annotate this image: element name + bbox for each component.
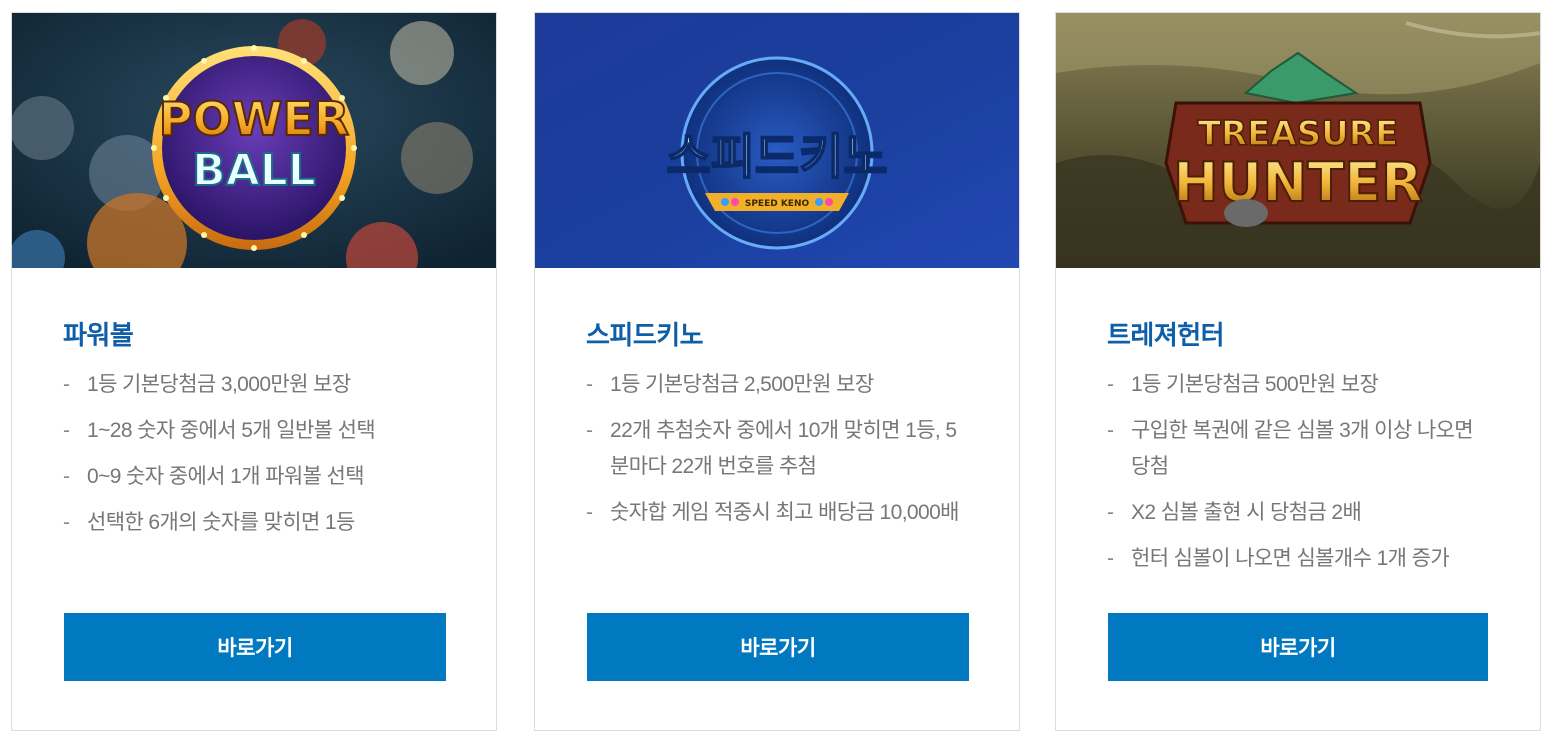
feature-item: 1등 기본당첨금 2,500만원 보장 [586,367,966,403]
feature-item: 구입한 복권에 같은 심볼 3개 이상 나오면 당첨 [1107,413,1487,485]
speedkeno-banner-art: SPEED KENO 스피드키노 [535,13,1019,268]
treasurehunter-banner-image[interactable]: TREASURE HUNTER [1056,13,1540,268]
go-button-powerball[interactable]: 바로가기 [64,613,446,681]
feature-item: 0~9 숫자 중에서 1개 파워볼 선택 [63,459,443,495]
card-title: 스피드키노 [586,320,704,350]
treasurehunter-logo-line1: TREASURE [1198,114,1398,154]
feature-item: 1~28 숫자 중에서 5개 일반볼 선택 [63,413,443,449]
go-button-speedkeno[interactable]: 바로가기 [587,613,969,681]
card-title: 파워볼 [63,320,134,350]
game-card-powerball: POWER BALL 파워볼 1등 기본당첨금 3,000만원 보장 1~28 … [11,12,497,731]
card-title: 트레져헌터 [1107,320,1225,350]
feature-list: 1등 기본당첨금 2,500만원 보장 22개 추첨숫자 중에서 10개 맞히면… [586,367,966,541]
game-card-speedkeno: SPEED KENO 스피드키노 스피드키노 1등 기본당첨금 2,500만원 … [534,12,1020,731]
feature-item: 1등 기본당첨금 3,000만원 보장 [63,367,443,403]
feature-item: 22개 추첨숫자 중에서 10개 맞히면 1등, 5분마다 22개 번호를 추첨 [586,413,966,485]
powerball-logo-line2: BALL [192,145,316,196]
feature-list: 1등 기본당첨금 500만원 보장 구입한 복권에 같은 심볼 3개 이상 나오… [1107,367,1487,587]
feature-item: X2 심볼 출현 시 당첨금 2배 [1107,495,1487,531]
speedkeno-banner-image[interactable]: SPEED KENO 스피드키노 [535,13,1019,268]
powerball-banner-art: POWER BALL [12,13,496,268]
feature-item: 선택한 6개의 숫자를 맞히면 1등 [63,505,443,541]
treasurehunter-banner-art: TREASURE HUNTER [1056,13,1540,268]
feature-item: 숫자합 게임 적중시 최고 배당금 10,000배 [586,495,966,531]
feature-item: 헌터 심볼이 나오면 심볼개수 1개 증가 [1107,541,1487,577]
powerball-logo-line1: POWER [159,92,349,146]
feature-item: 1등 기본당첨금 500만원 보장 [1107,367,1487,403]
game-card-treasurehunter: TREASURE HUNTER 트레져헌터 1등 기본당첨금 500만원 보장 … [1055,12,1541,731]
treasurehunter-logo-line2: HUNTER [1173,151,1423,214]
powerball-banner-image[interactable]: POWER BALL [12,13,496,268]
go-button-treasurehunter[interactable]: 바로가기 [1108,613,1488,681]
speedkeno-logo-main: 스피드키노 [667,129,888,185]
feature-list: 1등 기본당첨금 3,000만원 보장 1~28 숫자 중에서 5개 일반볼 선… [63,367,443,551]
speedkeno-logo-sub: SPEED KENO [745,199,810,209]
